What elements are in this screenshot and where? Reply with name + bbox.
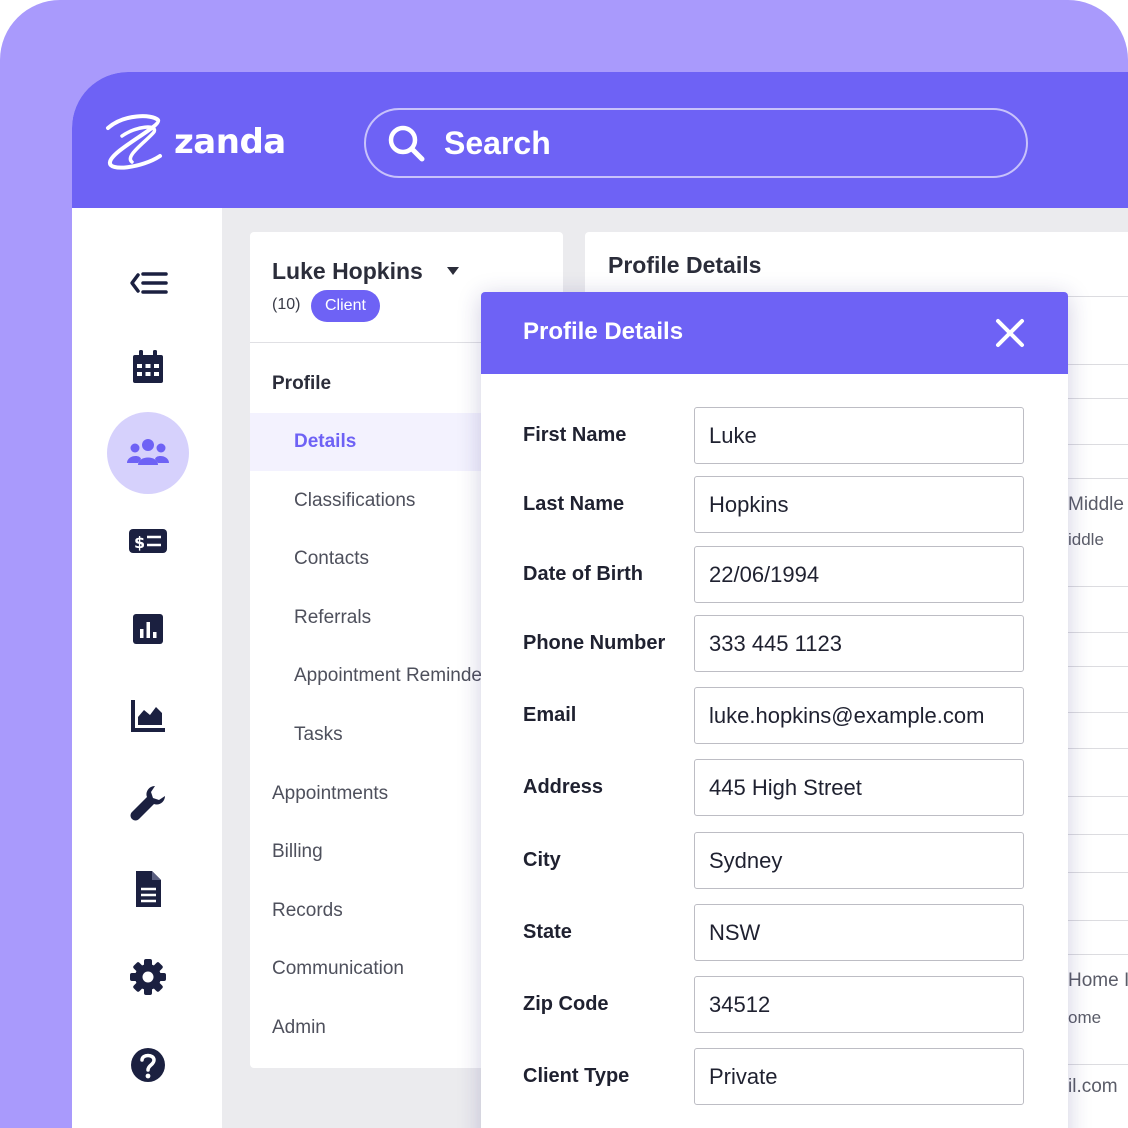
top-bar: zanda Search xyxy=(72,72,1128,208)
panel-row-divider xyxy=(1065,748,1128,749)
state-label: State xyxy=(523,921,572,943)
city-label: City xyxy=(523,849,561,871)
help-button[interactable] xyxy=(107,1024,189,1106)
client-name[interactable]: Luke Hopkins xyxy=(272,258,423,285)
panel-row-divider xyxy=(1065,920,1128,921)
app-window: zanda Search $ Profile Details Middle id… xyxy=(72,72,1128,1128)
settings-icon xyxy=(130,959,166,995)
billing-icon: $ xyxy=(129,529,167,553)
tools-icon xyxy=(130,786,165,821)
search-bar[interactable]: Search xyxy=(364,108,1028,178)
reports-button[interactable] xyxy=(107,588,189,670)
collapse-menu-icon xyxy=(130,272,168,294)
analytics-button[interactable] xyxy=(107,674,189,756)
icon-rail: $ xyxy=(72,208,222,1128)
panel-row-divider xyxy=(1065,834,1128,835)
date-of-birth-label: Date of Birth xyxy=(523,563,643,585)
panel-peek-text: iddle xyxy=(1068,530,1104,549)
panel-row-divider xyxy=(1065,1064,1128,1065)
svg-text:$: $ xyxy=(134,533,145,552)
billing-button[interactable]: $ xyxy=(107,500,189,582)
analytics-icon xyxy=(131,700,165,732)
calendar-button[interactable] xyxy=(107,326,189,408)
last-name-field[interactable] xyxy=(694,476,1024,533)
first-name-label: First Name xyxy=(523,424,627,446)
zip-code-field[interactable] xyxy=(694,976,1024,1033)
date-of-birth-field[interactable] xyxy=(694,546,1024,603)
panel-peek-text: Middle xyxy=(1068,494,1124,515)
panel-row-divider xyxy=(1065,444,1128,445)
zip-code-label: Zip Code xyxy=(523,993,609,1015)
email-field[interactable] xyxy=(694,687,1024,744)
search-icon xyxy=(388,125,425,162)
panel-row-divider xyxy=(1065,478,1128,479)
panel-row-divider xyxy=(1065,666,1128,667)
state-field[interactable] xyxy=(694,904,1024,961)
panel-title: Profile Details xyxy=(608,252,762,278)
address-label: Address xyxy=(523,776,604,798)
tools-button[interactable] xyxy=(107,762,189,844)
phone-number-label: Phone Number xyxy=(523,632,666,654)
page-frame: zanda Search $ Profile Details Middle id… xyxy=(0,0,1128,1128)
client-count: (10) xyxy=(272,296,301,313)
settings-button[interactable] xyxy=(107,936,189,1018)
panel-row-divider xyxy=(1065,586,1128,587)
panel-row-divider xyxy=(1065,796,1128,797)
caret-down-icon[interactable] xyxy=(446,266,460,276)
client-type-label: Client Type xyxy=(523,1065,630,1087)
collapse-menu-button[interactable] xyxy=(107,242,189,324)
modal-title: Profile Details xyxy=(523,318,684,345)
panel-row-divider xyxy=(1065,398,1128,399)
panel-peek-text: il.com xyxy=(1068,1076,1118,1097)
phone-number-field[interactable] xyxy=(694,615,1024,672)
panel-row-divider xyxy=(1065,872,1128,873)
profile-details-modal: Profile Details First Name Last Name Dat… xyxy=(481,292,1068,1128)
modal-header: Profile Details xyxy=(481,292,1068,374)
client-type-field[interactable] xyxy=(694,1048,1024,1105)
email-label: Email xyxy=(523,704,577,726)
first-name-field[interactable] xyxy=(694,407,1024,464)
panel-row-divider xyxy=(1065,364,1128,365)
help-icon xyxy=(131,1048,165,1082)
reports-icon xyxy=(133,614,163,644)
panel-row-divider xyxy=(1065,712,1128,713)
city-field[interactable] xyxy=(694,832,1024,889)
last-name-label: Last Name xyxy=(523,493,625,515)
clients-button[interactable] xyxy=(107,412,189,494)
panel-peek-text: Home I xyxy=(1068,970,1128,991)
search-placeholder[interactable]: Search xyxy=(444,125,551,162)
panel-row-divider xyxy=(1065,632,1128,633)
close-icon[interactable] xyxy=(993,316,1027,350)
clients-icon xyxy=(127,439,169,465)
panel-peek-text: ome xyxy=(1068,1008,1102,1027)
documents-button[interactable] xyxy=(107,848,189,930)
panel-row-divider xyxy=(1065,954,1128,955)
client-status-badge: Client xyxy=(311,290,380,322)
address-field[interactable] xyxy=(694,759,1024,816)
document-icon xyxy=(136,871,161,907)
brand-name: zanda xyxy=(174,122,286,162)
calendar-icon xyxy=(133,350,163,383)
